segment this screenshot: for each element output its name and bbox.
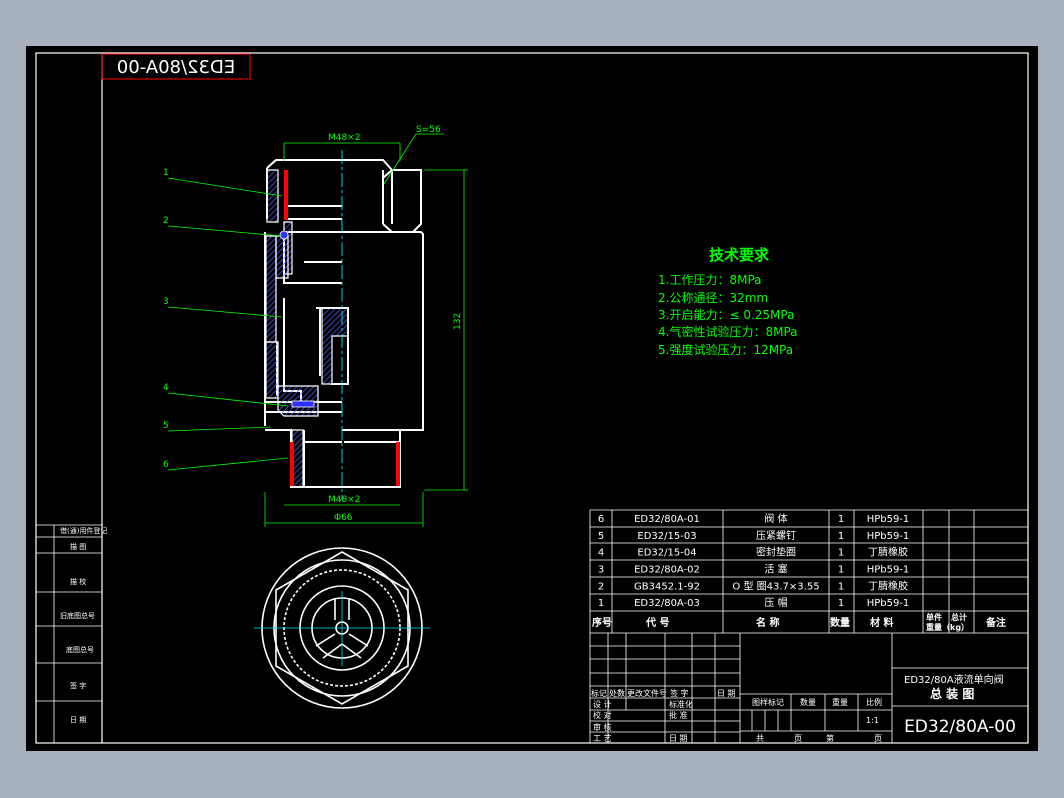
tech-item-3: 3.开启能力：≤ 0.25MPa bbox=[658, 308, 794, 322]
bom-row-5-name: O 型 圈43.7×3.55 bbox=[732, 579, 819, 592]
tech-title: 技术要求 bbox=[709, 246, 770, 264]
bom-header-weight: 重量（kg） bbox=[926, 622, 969, 632]
tech-requirements: 技术要求 1.工作压力：8MPa 2.公称通径：32mm 3.开启能力：≤ 0.… bbox=[658, 246, 798, 357]
bom-row-6-name: 压 帽 bbox=[764, 596, 787, 609]
stage-mark: 图样标记 bbox=[752, 697, 784, 707]
tech-item-4: 4.气密性试验压力：8MPa bbox=[658, 324, 798, 339]
bom-header-no: 序号 bbox=[592, 616, 612, 629]
dim-hex: S=56 bbox=[416, 125, 441, 135]
bom-header-qty: 数量 bbox=[830, 616, 850, 629]
sign-review: 审 核 bbox=[593, 722, 612, 732]
bom-header-unit: 单件 bbox=[926, 612, 942, 622]
bom-row-5-mat: 丁腈橡胶 bbox=[868, 579, 908, 592]
stamp-text: ED32/80A-00 bbox=[117, 57, 235, 78]
label-approve: 批 准 bbox=[669, 710, 688, 720]
bom-row-6-code: ED32/80A-03 bbox=[634, 598, 700, 609]
plan-center-lines bbox=[254, 591, 430, 666]
bom-header-name: 名 称 bbox=[756, 616, 779, 629]
bom-row-4-mat: HPb59-1 bbox=[867, 564, 910, 575]
sign-process: 工 艺 bbox=[593, 734, 612, 743]
stage-weight: 重量 bbox=[832, 697, 848, 707]
stage-qty: 数量 bbox=[800, 697, 816, 707]
drawing-type: 总 装 图 bbox=[930, 686, 974, 701]
bom-row-4-qty: 1 bbox=[838, 564, 844, 575]
section-view bbox=[264, 150, 424, 500]
bom-row-4-no: 3 bbox=[598, 564, 604, 575]
bom-row-5-qty: 1 bbox=[838, 581, 844, 592]
bom-header-total: 总计 bbox=[951, 612, 967, 622]
sheet-no-label: 第 bbox=[826, 733, 834, 743]
bom-row-1-no: 6 bbox=[598, 514, 604, 525]
bom-row-3-no: 4 bbox=[598, 548, 604, 559]
callout-1: 1 bbox=[163, 168, 169, 178]
bom-row-3-qty: 1 bbox=[838, 548, 844, 559]
rev-label-sign: 签 字 bbox=[670, 688, 689, 698]
dim-diameter: Φ66 bbox=[334, 513, 353, 523]
sign-design: 设 计 bbox=[593, 699, 612, 709]
bom-row-6-qty: 1 bbox=[838, 598, 844, 609]
bom-header-remark: 备注 bbox=[985, 616, 1006, 629]
callout-6: 6 bbox=[163, 460, 169, 470]
drawing-frame bbox=[35, 52, 1029, 744]
dim-height: 132 bbox=[453, 313, 463, 330]
rev-label-mark: 标记 bbox=[591, 688, 607, 698]
dim-top-thread: M48×2 bbox=[328, 133, 360, 143]
bom-row-1-mat: HPb59-1 bbox=[867, 514, 910, 525]
stage-scale: 比例 bbox=[866, 697, 882, 707]
bom-row-3-name: 密封垫圈 bbox=[756, 546, 796, 559]
bom-row-2-no: 5 bbox=[598, 531, 604, 542]
sheet-no-unit: 页 bbox=[874, 734, 882, 743]
rev-label-date: 日 期 bbox=[717, 689, 736, 698]
bom-row-3-code: ED32/15-04 bbox=[637, 548, 696, 559]
bom-row-2-qty: 1 bbox=[838, 531, 844, 542]
tech-item-1: 1.工作压力：8MPa bbox=[658, 273, 762, 287]
bom-row-2-name: 压紧螺钉 bbox=[756, 530, 796, 542]
label-standard: 标准化 bbox=[669, 699, 693, 709]
callout-3: 3 bbox=[163, 297, 169, 307]
o-ring-symbol bbox=[279, 230, 289, 240]
drawing-number: ED32/80A-00 bbox=[904, 717, 1016, 737]
left-strip bbox=[36, 524, 102, 743]
bom-header-mat: 材 料 bbox=[870, 616, 893, 629]
bom-header-code: 代 号 bbox=[645, 616, 669, 629]
bom-row-4-code: ED32/80A-02 bbox=[634, 564, 700, 575]
tech-item-2: 2.公称通径：32mm bbox=[658, 291, 768, 305]
bom-row-1-qty: 1 bbox=[838, 514, 844, 525]
strip-label-3: 描 校 bbox=[70, 577, 86, 586]
bom-row-2-code: ED32/15-03 bbox=[637, 531, 696, 542]
callout-5: 5 bbox=[163, 421, 169, 431]
seal-washer-symbol bbox=[291, 400, 315, 408]
tech-item-5: 5.强度试验压力：12MPa bbox=[658, 342, 793, 357]
drawing-canvas: ED32/80A-00 借(通)用件登记 描 图 描 校 旧底图总号 底图总号 … bbox=[35, 52, 1029, 744]
sheet-total-unit: 页 bbox=[794, 734, 802, 743]
callout-4: 4 bbox=[163, 383, 169, 393]
bom-row-4-name: 活 塞 bbox=[764, 562, 787, 575]
label-date: 日 期 bbox=[669, 734, 688, 743]
part-name: ED32/80A液流单向阀 bbox=[904, 673, 1004, 686]
bom-row-3-mat: 丁腈橡胶 bbox=[868, 546, 908, 559]
bom-row-1-code: ED32/80A-01 bbox=[634, 514, 700, 525]
sheet-total-label: 共 bbox=[756, 734, 764, 743]
rev-label-doc: 更改文件号 bbox=[627, 688, 667, 698]
strip-label-1: 借(通)用件登记 bbox=[60, 526, 107, 535]
drawing-viewport: ED32/80A-00 借(通)用件登记 描 图 描 校 旧底图总号 底图总号 … bbox=[26, 46, 1038, 751]
bom-row-1-name: 阀 体 bbox=[764, 512, 787, 525]
sign-check: 校 对 bbox=[593, 710, 612, 720]
bom-row-2-mat: HPb59-1 bbox=[867, 531, 910, 542]
strip-label-4: 旧底图总号 bbox=[60, 611, 95, 620]
dim-bottom-thread: M48×2 bbox=[328, 495, 360, 505]
strip-label-2: 描 图 bbox=[70, 542, 86, 551]
rev-label-count: 处数 bbox=[609, 688, 625, 698]
bom-row-5-no: 2 bbox=[598, 581, 604, 592]
callout-2: 2 bbox=[163, 216, 169, 226]
bom-row-5-code: GB3452.1-92 bbox=[634, 581, 700, 592]
strip-label-6: 签 字 bbox=[70, 681, 86, 690]
mirrored-stamp: ED32/80A-00 bbox=[101, 53, 251, 80]
strip-label-5: 底图总号 bbox=[66, 645, 94, 654]
scale-value: 1:1 bbox=[866, 716, 879, 725]
bom-row-6-no: 1 bbox=[598, 598, 604, 609]
strip-label-7: 日 期 bbox=[70, 716, 86, 724]
bom-row-6-mat: HPb59-1 bbox=[867, 598, 910, 609]
